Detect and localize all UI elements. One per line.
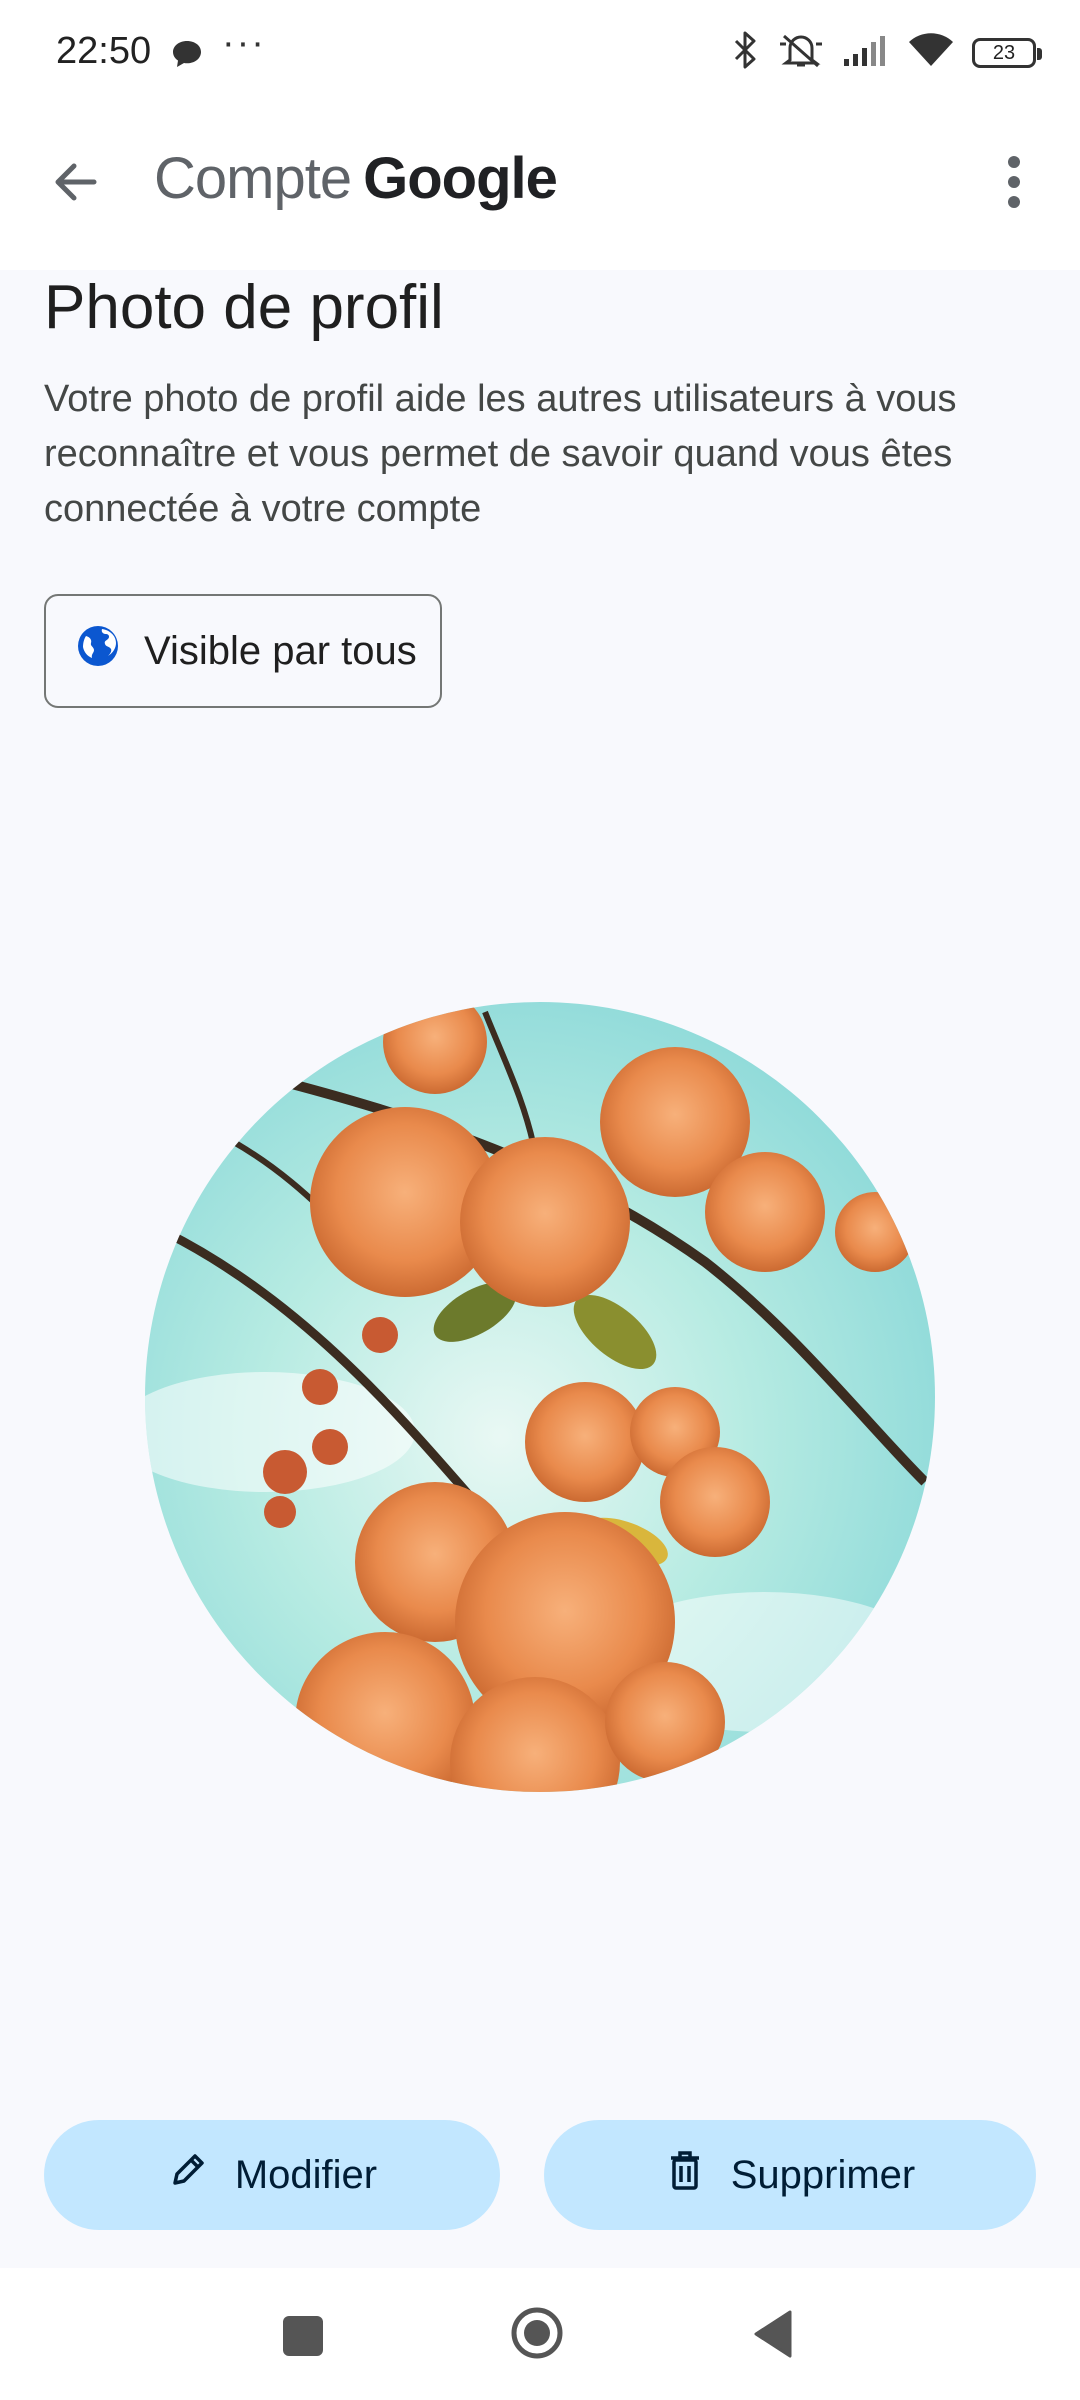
globe-icon [76,624,120,678]
chat-bubble-icon [170,38,204,75]
nav-back-icon[interactable] [752,2310,792,2358]
delete-photo-button[interactable]: Supprimer [544,2120,1036,2230]
profile-photo[interactable] [145,1002,935,1792]
visibility-label: Visible par tous [144,628,417,673]
page-description: Votre photo de profil aide les autres ut… [44,378,957,530]
pencil-icon [167,2149,209,2201]
silent-icon [778,30,824,75]
recent-apps-icon[interactable] [283,2316,323,2356]
system-nav-bar [0,2268,1080,2400]
trash-icon [665,2148,705,2202]
app-title-brand: Google [363,146,558,211]
bluetooth-icon [732,30,760,75]
app-title-prefix: Compte [154,146,352,211]
status-bar: 22:50 ··· 23 [0,0,1080,110]
more-vert-icon[interactable] [978,146,1050,218]
status-icons: 23 [732,30,1042,75]
delete-button-label: Supprimer [730,2152,916,2197]
more-notifications: ··· [222,22,266,64]
battery-icon: 23 [972,37,1042,68]
arrow-back-icon[interactable] [40,146,112,218]
app-bar: Compte Google [0,110,1080,270]
signal-icon [842,33,890,72]
wifi-icon [908,32,954,73]
page-title: Photo de profil [44,273,444,342]
app-title: Compte Google [154,150,558,208]
status-time: 22:50 [56,30,152,72]
visibility-chip[interactable]: Visible par tous [44,594,442,708]
home-icon[interactable] [510,2306,564,2360]
edit-button-label: Modifier [234,2152,378,2197]
edit-photo-button[interactable]: Modifier [44,2120,500,2230]
